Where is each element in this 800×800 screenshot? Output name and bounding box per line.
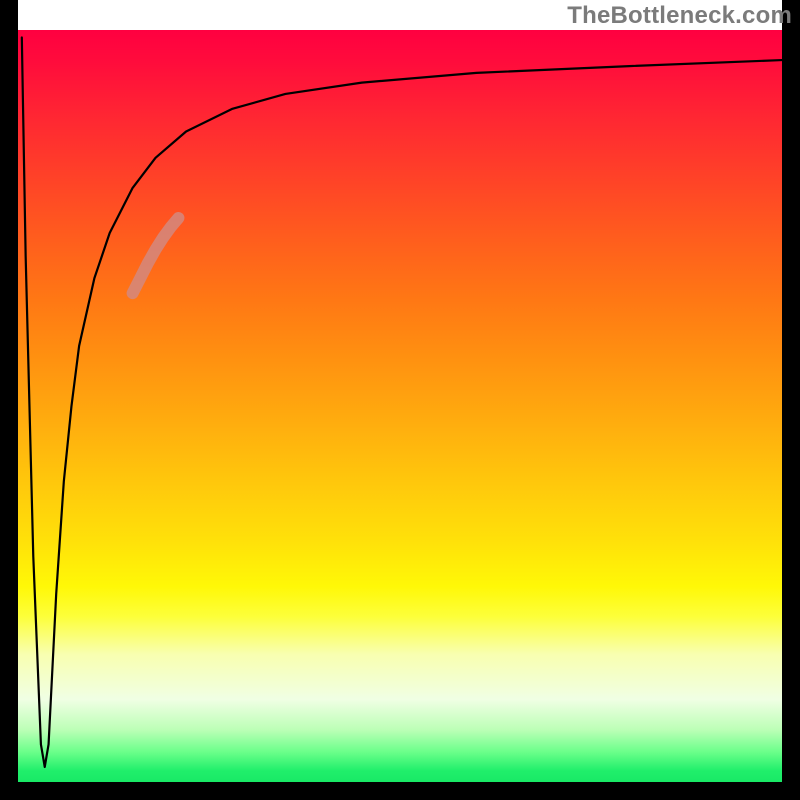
frame-left [0,0,18,800]
watermark-label: TheBottleneck.com [567,2,792,30]
frame-bottom [0,782,800,800]
plot-area [18,30,782,782]
bottleneck-curve [22,38,782,767]
chart-svg [18,30,782,782]
highlight-segment [133,218,179,293]
frame-right [782,0,800,800]
chart-container: TheBottleneck.com [0,0,800,800]
